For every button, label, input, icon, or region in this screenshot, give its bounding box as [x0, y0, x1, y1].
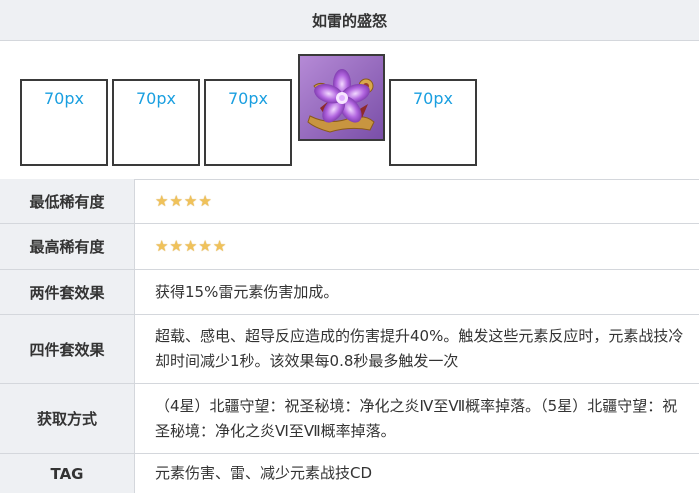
- star-icon: ★: [155, 237, 169, 255]
- row-obtain: 获取方式 （4星）北疆守望：祝圣秘境：净化之炎Ⅳ至Ⅶ概率掉落。（5星）北疆守望：…: [0, 384, 699, 454]
- max-rarity-stars: ★ ★ ★ ★ ★: [155, 239, 226, 254]
- star-icon: ★: [169, 191, 183, 210]
- star-icon: ★: [183, 191, 198, 210]
- row-four-piece: 四件套效果 超载、感电、超导反应造成的伤害提升40%。触发这些元素反应时，元素战…: [0, 315, 699, 384]
- thunder-flower-artifact-icon: [300, 56, 383, 139]
- tag-value: 元素伤害、雷、减少元素战技CD: [155, 464, 373, 482]
- star-icon: ★: [155, 191, 169, 210]
- obtain-label: 获取方式: [0, 384, 135, 453]
- two-piece-label: 两件套效果: [0, 270, 135, 314]
- min-rarity-label: 最低稀有度: [0, 179, 135, 223]
- star-icon: ★: [183, 237, 198, 255]
- artifact-set-infobox: 如雷的盛怒 70px 70px 70px 70px 最低稀有度 ★ ★ ★ ★ …: [0, 0, 699, 493]
- star-icon: ★: [198, 191, 212, 210]
- artifact-image-slot-4[interactable]: [298, 54, 385, 141]
- row-max-rarity: 最高稀有度 ★ ★ ★ ★ ★: [0, 224, 699, 270]
- star-icon: ★: [198, 237, 212, 255]
- slot-size-label: 70px: [44, 89, 84, 108]
- row-min-rarity: 最低稀有度 ★ ★ ★ ★: [0, 179, 699, 224]
- row-two-piece: 两件套效果 获得15%雷元素伤害加成。: [0, 270, 699, 315]
- max-rarity-label: 最高稀有度: [0, 224, 135, 269]
- star-icon: ★: [212, 237, 227, 255]
- star-icon: ★: [169, 237, 183, 255]
- slot-size-label: 70px: [413, 89, 453, 108]
- set-title: 如雷的盛怒: [0, 0, 699, 41]
- tag-label: TAG: [0, 454, 135, 493]
- artifact-image-slot-5[interactable]: 70px: [389, 79, 477, 166]
- artifact-images-row: 70px 70px 70px 70px: [0, 41, 699, 180]
- min-rarity-value: ★ ★ ★ ★: [155, 179, 689, 223]
- obtain-value: （4星）北疆守望：祝圣秘境：净化之炎Ⅳ至Ⅶ概率掉落。（5星）北疆守望：祝圣秘境：…: [155, 396, 678, 440]
- four-piece-value: 超载、感电、超导反应造成的伤害提升40%。触发这些元素反应时，元素战技冷却时间减…: [155, 327, 684, 370]
- artifact-image-slot-1[interactable]: 70px: [20, 79, 108, 166]
- min-rarity-stars: ★ ★ ★ ★: [155, 191, 212, 210]
- artifact-image-slot-3[interactable]: 70px: [204, 79, 292, 166]
- four-piece-label: 四件套效果: [0, 315, 135, 383]
- max-rarity-value: ★ ★ ★ ★ ★: [155, 224, 689, 269]
- two-piece-value: 获得15%雷元素伤害加成。: [155, 282, 339, 301]
- artifact-image-slot-2[interactable]: 70px: [112, 79, 200, 166]
- slot-size-label: 70px: [228, 89, 268, 108]
- row-tag: TAG 元素伤害、雷、减少元素战技CD: [0, 454, 699, 493]
- slot-size-label: 70px: [136, 89, 176, 108]
